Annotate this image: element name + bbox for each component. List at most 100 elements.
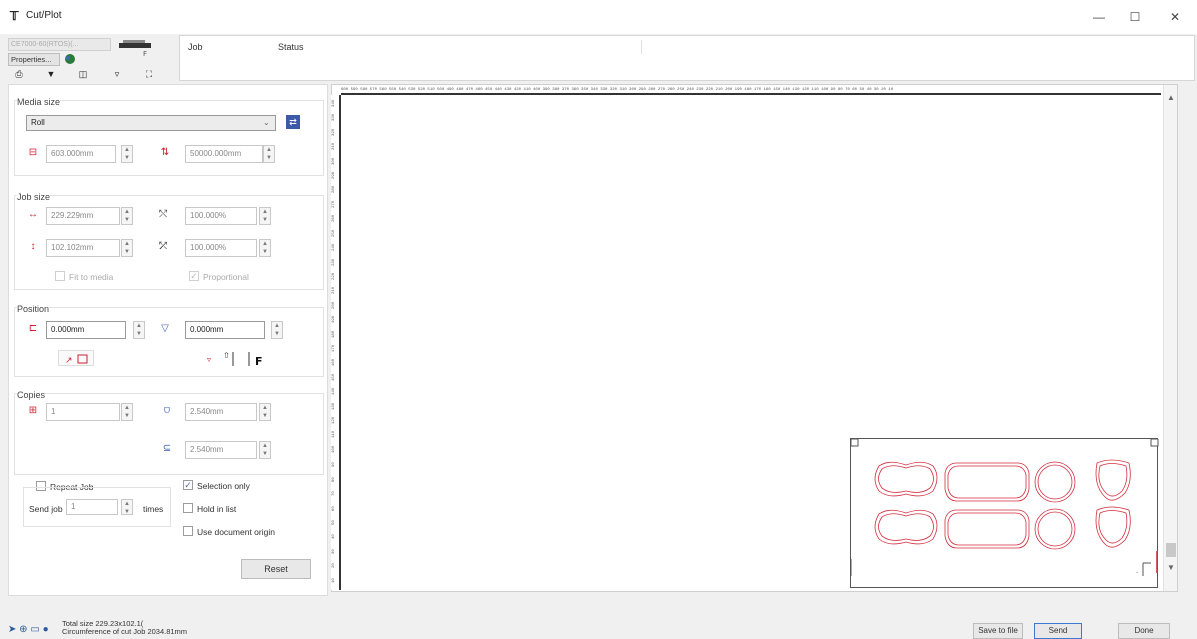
proportional-checkbox[interactable]: ✓ — [189, 271, 199, 281]
use-document-origin-checkbox[interactable] — [183, 526, 193, 536]
pointer-icon[interactable]: ➤ — [8, 624, 16, 635]
hold-in-list-checkbox[interactable] — [183, 503, 193, 513]
align-buttons[interactable]: ▿ ⇧ F — [199, 348, 267, 368]
svg-text:⇧: ⇧ — [223, 351, 230, 360]
left-ruler-tick-label: 30 — [332, 548, 336, 554]
position-y-icon: ▽ — [161, 323, 169, 334]
tab-weed-icon[interactable]: ⛶ — [138, 68, 160, 81]
job-list[interactable]: Job Status — [179, 35, 1195, 81]
send-job-times-field[interactable]: 1 — [66, 499, 118, 515]
minimize-button[interactable]: — — [1090, 8, 1108, 26]
scroll-up-icon[interactable]: ▲ — [1167, 93, 1175, 102]
job-size-label: Job size — [17, 192, 51, 202]
position-x-field[interactable]: 0.000mm — [46, 321, 126, 339]
reset-button[interactable]: Reset — [241, 559, 311, 579]
spacing-y-field[interactable]: 2.540mm — [185, 441, 257, 459]
job-height-stepper[interactable]: ▲ ▼ — [121, 239, 133, 257]
status-info: Total size 229.23x102.1( Circumference o… — [62, 620, 187, 636]
job-width-field[interactable]: 229.229mm — [46, 207, 120, 225]
scrollbar-thumb[interactable] — [1166, 543, 1176, 557]
media-length-field[interactable]: 50000.000mm — [185, 145, 263, 163]
status-column-header[interactable]: Status — [278, 42, 304, 52]
svg-text:F: F — [143, 50, 147, 57]
close-button[interactable]: ✕ — [1166, 8, 1184, 26]
left-ruler-tick-label: 330 — [332, 114, 336, 122]
svg-text:.: . — [1136, 567, 1138, 575]
tab-strip: ⎙ ▼ ◫ ▿ ⛶ — [8, 68, 168, 81]
media-width-field[interactable]: 603.000mm — [46, 145, 116, 163]
media-settings-icon[interactable]: ⇄ — [286, 115, 300, 129]
position-x-stepper[interactable]: ▲ ▼ — [133, 321, 145, 339]
top-ruler: 600 590 580 570 560 550 540 530 520 510 … — [341, 85, 1161, 95]
scale-x-stepper[interactable]: ▲ ▼ — [259, 207, 271, 225]
copies-field[interactable]: 1 — [46, 403, 120, 421]
position-label: Position — [17, 304, 50, 314]
job-height-field[interactable]: 102.102mm — [46, 239, 120, 257]
selection-only-checkbox[interactable]: ✓ — [183, 480, 193, 490]
tab-tiling-icon[interactable]: ◫ — [72, 68, 94, 81]
title-bar: 𝕋 Cut/Plot — ☐ ✕ — [0, 0, 1197, 34]
device-select[interactable]: CE7000-60(RTOS)(... — [8, 38, 111, 51]
media-length-stepper[interactable]: ▲ ▼ — [263, 145, 275, 163]
left-ruler-tick-label: 100 — [332, 445, 336, 453]
left-ruler-tick-label: 250 — [332, 229, 336, 237]
maximize-button[interactable]: ☐ — [1126, 8, 1144, 26]
job-column-header[interactable]: Job — [188, 42, 203, 52]
page-icon[interactable]: ▭ — [30, 624, 39, 635]
zoom-icon[interactable]: ⊕ — [19, 624, 27, 635]
position-y-stepper[interactable]: ▲ ▼ — [271, 321, 283, 339]
scale-y-icon: ⤱ — [159, 241, 167, 252]
media-width-icon: ⊟ — [28, 147, 38, 158]
properties-button[interactable]: Properties... — [8, 53, 60, 66]
left-ruler-tick-label: 280 — [332, 186, 336, 194]
job-width-icon: ↔ — [28, 209, 38, 220]
left-ruler-tick-label: 190 — [332, 315, 336, 324]
tab-marks-icon[interactable]: ▿ — [106, 68, 128, 81]
spacing-x-icon: ⩌ — [163, 405, 171, 416]
media-type-select[interactable]: Roll — [26, 115, 276, 131]
spacing-y-stepper[interactable]: ▲ ▼ — [259, 441, 271, 459]
tab-options-icon[interactable]: ▼ — [40, 68, 62, 81]
left-ruler-tick-label: 150 — [332, 373, 336, 381]
media-width-stepper[interactable]: ▲ ▼ — [121, 145, 133, 163]
online-icon — [63, 53, 77, 65]
scale-x-field[interactable]: 100.000% — [185, 207, 257, 225]
scale-y-field[interactable]: 100.000% — [185, 239, 257, 257]
done-button[interactable]: Done — [1118, 623, 1170, 639]
send-button[interactable]: Send — [1034, 623, 1082, 639]
left-ruler-tick-label: 200 — [332, 301, 336, 309]
plotter-status-icon[interactable]: ● — [43, 624, 49, 635]
spacing-y-icon: ⊆ — [162, 443, 172, 454]
svg-text:↗: ↗ — [65, 356, 73, 366]
spacing-x-stepper[interactable]: ▲ ▼ — [259, 403, 271, 421]
scale-y-stepper[interactable]: ▲ ▼ — [259, 239, 271, 257]
spacing-x-field[interactable]: 2.540mm — [185, 403, 257, 421]
top-ruler-labels: 600 590 580 570 560 550 540 530 520 510 … — [341, 88, 894, 92]
send-job-stepper[interactable]: ▲ ▼ — [121, 499, 133, 515]
use-document-origin-label: Use document origin — [197, 527, 275, 537]
cut-path-group — [874, 459, 1131, 550]
status-icon-group: ➤ ⊕ ▭ ● — [8, 624, 49, 635]
left-ruler-tick-label: 230 — [332, 258, 336, 266]
media-size-group — [14, 100, 324, 176]
left-ruler-tick-label: 170 — [332, 344, 336, 352]
job-width-stepper[interactable]: ▲ ▼ — [121, 207, 133, 225]
times-label: times — [143, 504, 164, 514]
save-to-file-button[interactable]: Save to file — [973, 623, 1023, 639]
fit-to-media-checkbox[interactable] — [55, 271, 65, 281]
left-ruler-tick-label: 130 — [332, 402, 336, 410]
left-ruler-tick-label: 220 — [332, 272, 336, 280]
left-ruler-tick-label: 210 — [332, 287, 336, 295]
left-ruler-tick-label: 40 — [332, 534, 336, 540]
copies-stepper[interactable]: ▲ ▼ — [121, 403, 133, 421]
left-ruler-tick-label: 160 — [332, 359, 336, 367]
tab-general-icon[interactable]: ⎙ — [8, 68, 30, 81]
app-icon: 𝕋 — [10, 9, 19, 23]
left-ruler-tick-label: 240 — [332, 243, 336, 252]
vertical-scrollbar[interactable]: ▲ ▼ — [1163, 85, 1177, 591]
position-y-field[interactable]: 0.000mm — [185, 321, 265, 339]
origin-move-button[interactable]: ↗ — [58, 350, 94, 366]
left-ruler-tick-label: 140 — [332, 388, 336, 396]
scroll-down-icon[interactable]: ▼ — [1167, 563, 1175, 572]
position-x-icon: ⊏ — [28, 323, 38, 334]
